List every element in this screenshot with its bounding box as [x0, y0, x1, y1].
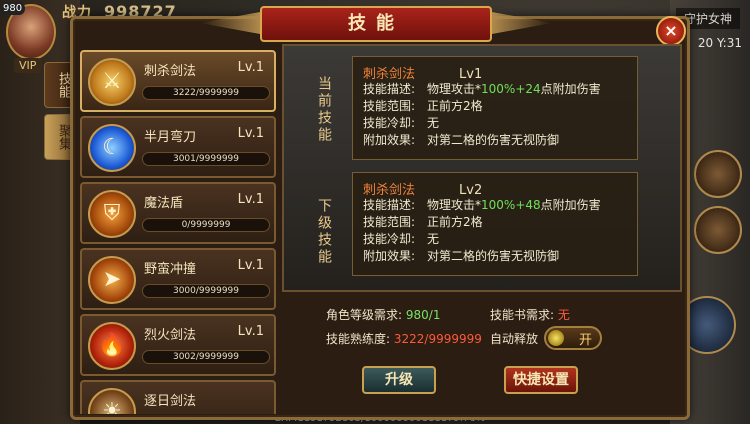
skill-level: Lv.1	[237, 324, 264, 339]
range-label: 技能范围:	[363, 99, 416, 113]
skill-level: Lv.1	[237, 60, 264, 75]
toggle-knob	[548, 330, 564, 346]
fire-sword-icon: 🔥	[88, 322, 136, 370]
skill-list-item[interactable]: ➤ 野蛮冲撞 Lv.1 3000/9999999	[80, 248, 276, 310]
skill-list-item[interactable]: ☀ 逐日剑法	[80, 380, 276, 414]
effect-label: 附加效果:	[363, 133, 416, 147]
charge-icon: ➤	[88, 256, 136, 304]
description-highlight: 100%+24	[481, 82, 541, 96]
skill-name: 逐日剑法	[144, 394, 197, 409]
range-value: 正前方2格	[427, 215, 483, 229]
skill-progress-bar: 3001/9999999	[142, 152, 270, 166]
skill-book-label: 技能书需求:	[490, 308, 555, 322]
info-row-description: 技能描述: 物理攻击*100%+24点附加伤害	[363, 81, 627, 98]
skill-list-item[interactable]: ☾ 半月弯刀 Lv.1 3001/9999999	[80, 116, 276, 178]
description-highlight: 100%+48	[481, 198, 541, 212]
skill-progress-text: 3000/9999999	[172, 286, 240, 296]
player-level-badge: 980	[0, 2, 26, 15]
skill-progress-bar: 0/9999999	[142, 218, 270, 232]
skill-list-item[interactable]: ⚔ 刺杀剑法 Lv.1 3222/9999999	[80, 50, 276, 112]
cooldown-label: 技能冷却:	[363, 232, 416, 246]
close-button[interactable]: ×	[656, 16, 686, 46]
auto-release-toggle[interactable]: 开	[544, 326, 602, 350]
next-level-tag: 下级技能	[316, 198, 332, 266]
current-skill-tag: 当前技能	[316, 76, 332, 144]
current-skill-level: Lv1	[459, 67, 483, 82]
sun-sword-icon: ☀	[88, 388, 136, 414]
range-label: 技能范围:	[363, 215, 416, 229]
sword-slash-icon: ⚔	[88, 58, 136, 106]
skill-progress-bar: 3222/9999999	[142, 86, 270, 100]
role-level-label: 角色等级需求:	[326, 308, 403, 322]
cooldown-label: 技能冷却:	[363, 116, 416, 130]
skill-progress-text: 3002/9999999	[172, 352, 240, 362]
auto-release-label: 自动释放	[490, 332, 539, 346]
proficiency-label: 技能熟练度:	[326, 332, 391, 346]
description-label: 技能描述:	[363, 198, 416, 212]
current-skill-info: 刺杀剑法 Lv1 技能描述: 物理攻击*100%+24点附加伤害 技能范围: 正前方2…	[352, 56, 638, 160]
next-skill-level: Lv2	[459, 183, 483, 198]
skill-list[interactable]: ⚔ 刺杀剑法 Lv.1 3222/9999999 ☾ 半月弯刀 Lv.1 300…	[80, 50, 278, 414]
skill-name: 烈火剑法	[144, 328, 197, 343]
upgrade-button[interactable]: 升级	[362, 366, 436, 394]
crescent-blade-icon: ☾	[88, 124, 136, 172]
info-row-description: 技能描述: 物理攻击*100%+48点附加伤害	[363, 197, 627, 214]
description-prefix: 物理攻击*	[427, 198, 482, 212]
action-skill-button-2[interactable]	[694, 206, 742, 254]
role-level-requirement: 角色等级需求: 980/1	[326, 306, 440, 323]
skill-level: Lv.1	[237, 192, 264, 207]
info-row-effect: 附加效果: 对第二格的伤害无视防御	[363, 132, 627, 149]
skill-name: 魔法盾	[144, 196, 184, 211]
dialog-title: 技能	[260, 6, 492, 42]
skill-name: 野蛮冲撞	[144, 262, 197, 277]
info-row-cooldown: 技能冷却: 无	[363, 115, 627, 132]
skill-level: Lv.1	[237, 126, 264, 141]
next-skill-info: 刺杀剑法 Lv2 技能描述: 物理攻击*100%+48点附加伤害 技能范围: 正前方2…	[352, 172, 638, 276]
info-row-cooldown: 技能冷却: 无	[363, 231, 627, 248]
vip-badge[interactable]: VIP	[14, 58, 42, 73]
skill-name: 半月弯刀	[144, 130, 197, 145]
range-value: 正前方2格	[427, 99, 483, 113]
proficiency-value: 3222/9999999	[393, 332, 482, 346]
skill-list-item[interactable]: 🔥 烈火剑法 Lv.1 3002/9999999	[80, 314, 276, 376]
skill-name: 刺杀剑法	[144, 64, 197, 79]
shortcut-settings-button[interactable]: 快捷设置	[504, 366, 578, 394]
info-row-range: 技能范围: 正前方2格	[363, 214, 627, 231]
current-skill-title: 刺杀剑法 Lv1	[363, 63, 627, 82]
role-level-value: 980/1	[405, 308, 441, 322]
action-skill-button-1[interactable]	[694, 150, 742, 198]
skill-progress-bar: 3000/9999999	[142, 284, 270, 298]
effect-value: 对第二格的伤害无视防御	[427, 133, 560, 147]
cooldown-value: 无	[427, 116, 440, 130]
description-suffix: 点附加伤害	[540, 198, 601, 212]
skill-book-value: 无	[557, 308, 570, 322]
skill-level: Lv.1	[237, 258, 264, 273]
next-skill-name: 刺杀剑法	[363, 183, 416, 198]
skill-progress-text: 3001/9999999	[172, 154, 240, 164]
effect-label: 附加效果:	[363, 249, 416, 263]
next-skill-title: 刺杀剑法 Lv2	[363, 179, 627, 198]
info-row-effect: 附加效果: 对第二格的伤害无视防御	[363, 248, 627, 265]
skill-progress-text: 0/9999999	[181, 220, 231, 230]
info-row-range: 技能范围: 正前方2格	[363, 98, 627, 115]
effect-value: 对第二格的伤害无视防御	[427, 249, 560, 263]
description-suffix: 点附加伤害	[540, 82, 601, 96]
description-label: 技能描述:	[363, 82, 416, 96]
cooldown-value: 无	[427, 232, 440, 246]
skill-book-requirement: 技能书需求: 无	[490, 306, 570, 323]
skill-list-item[interactable]: ⛨ 魔法盾 Lv.1 0/9999999	[80, 182, 276, 244]
proficiency-requirement: 技能熟练度: 3222/9999999	[326, 330, 482, 347]
map-coords: 20 Y:31	[697, 36, 742, 50]
current-skill-name: 刺杀剑法	[363, 67, 416, 82]
magic-shield-icon: ⛨	[88, 190, 136, 238]
skill-progress-bar: 3002/9999999	[142, 350, 270, 364]
description-prefix: 物理攻击*	[427, 82, 482, 96]
skill-progress-text: 3222/9999999	[172, 88, 240, 98]
toggle-state: 开	[578, 333, 592, 348]
